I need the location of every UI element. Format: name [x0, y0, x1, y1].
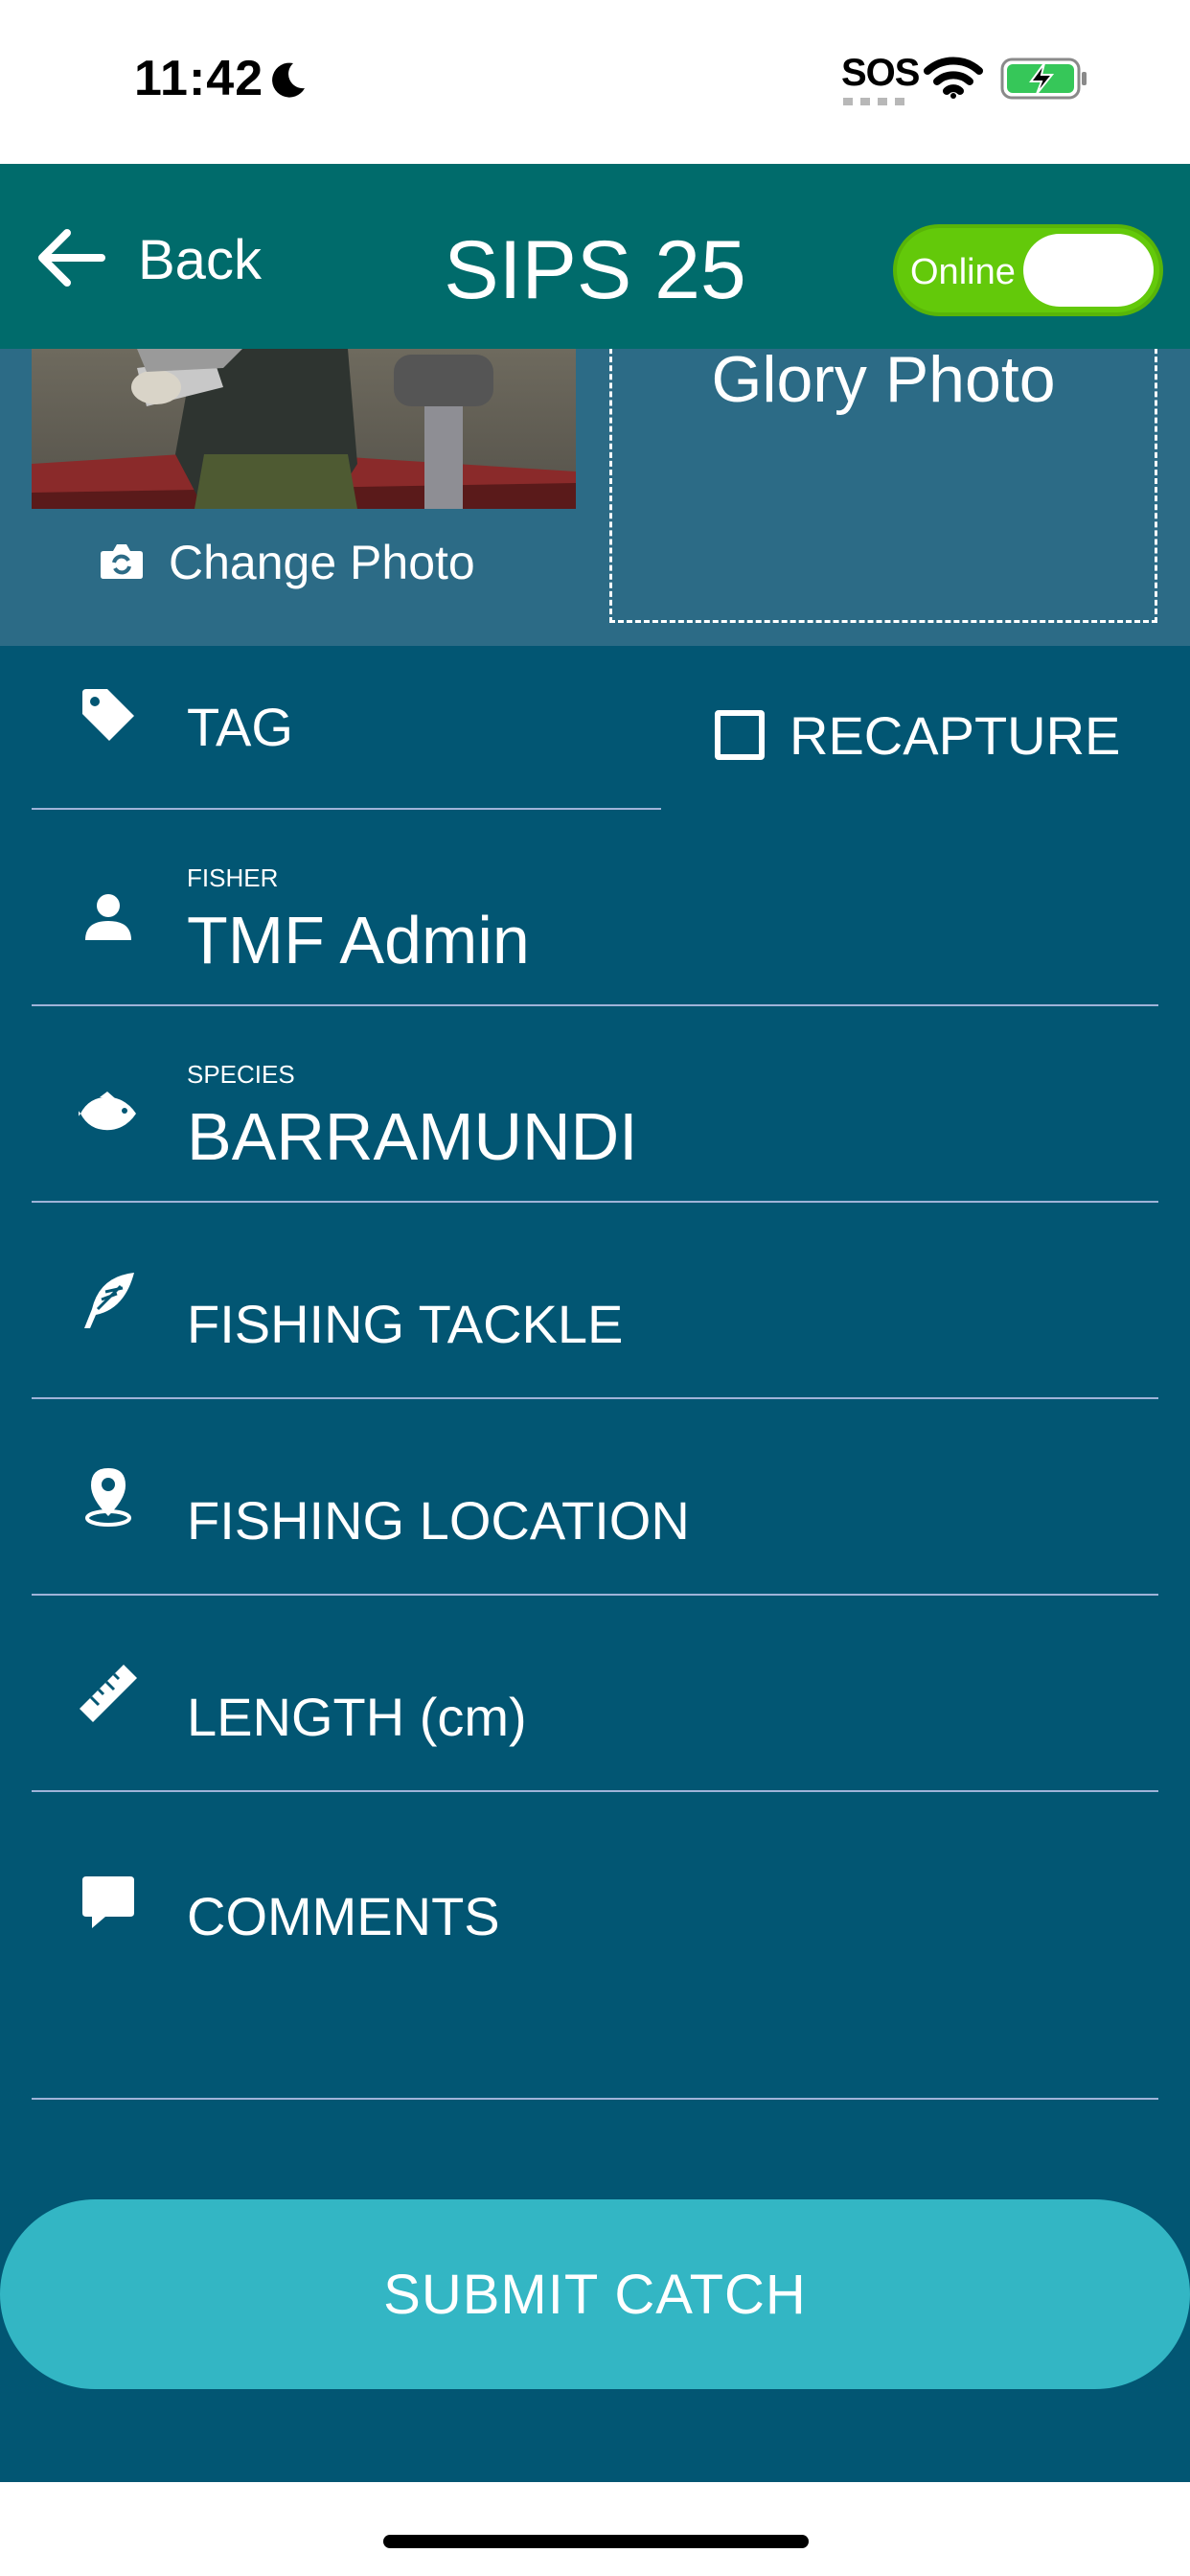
species-label: SPECIES — [187, 1060, 295, 1089]
fishing-location-field[interactable]: FISHING LOCATION — [32, 1399, 1158, 1596]
battery-charging-icon — [1000, 58, 1088, 104]
moon-icon — [266, 59, 309, 106]
fishing-location-placeholder: FISHING LOCATION — [187, 1490, 690, 1551]
home-indicator[interactable] — [383, 2535, 809, 2548]
glory-photo-dropzone[interactable]: Glory Photo — [609, 349, 1157, 623]
fishing-tackle-field[interactable]: FISHING TACKLE — [32, 1203, 1158, 1399]
tag-icon — [78, 684, 139, 746]
tag-placeholder: TAG — [187, 697, 293, 757]
back-arrow-icon — [34, 227, 105, 293]
comment-icon — [78, 1872, 139, 1933]
recapture-checkbox[interactable]: RECAPTURE — [715, 697, 1120, 773]
sos-indicator: SOS — [841, 52, 920, 94]
back-button[interactable]: Back — [34, 221, 262, 298]
online-toggle[interactable]: Online — [893, 224, 1163, 316]
fishing-tackle-placeholder: FISHING TACKLE — [187, 1294, 624, 1354]
submit-catch-label: SUBMIT CATCH — [383, 2263, 807, 2326]
recapture-label: RECAPTURE — [790, 704, 1121, 766]
feather-icon — [78, 1270, 139, 1331]
length-field[interactable]: LENGTH (cm) — [32, 1596, 1158, 1792]
length-placeholder: LENGTH (cm) — [187, 1687, 527, 1747]
back-label: Back — [138, 228, 262, 291]
camera-icon — [100, 541, 144, 585]
wifi-icon — [924, 56, 983, 104]
change-photo-label: Change Photo — [169, 536, 475, 589]
home-indicator-area — [0, 2482, 1190, 2576]
species-field[interactable]: SPECIES BARRAMUNDI — [32, 1006, 1158, 1203]
submit-catch-button[interactable]: SUBMIT CATCH — [0, 2199, 1190, 2389]
comments-field[interactable]: COMMENTS — [32, 1791, 1158, 2100]
fisher-label: FISHER — [187, 863, 279, 892]
change-photo-button[interactable]: Change Photo — [100, 529, 475, 596]
catch-form: Change Photo Glory Photo TAG RECAPTURE F… — [0, 349, 1190, 2482]
signal-dots — [843, 98, 906, 105]
tag-input[interactable]: TAG — [32, 646, 661, 810]
person-icon — [78, 886, 139, 948]
species-value: BARRAMUNDI — [187, 1099, 638, 1174]
status-time: 11:42 — [134, 51, 264, 106]
checkbox-icon — [715, 710, 765, 760]
fish-icon — [78, 1083, 139, 1144]
fisher-field[interactable]: FISHER TMF Admin — [32, 810, 1158, 1006]
glory-photo-label: Glory Photo — [711, 349, 1056, 416]
ruler-icon — [78, 1663, 139, 1724]
toggle-knob — [1023, 234, 1154, 307]
catch-photo[interactable] — [32, 349, 576, 509]
online-label: Online — [910, 252, 1016, 292]
fisher-value: TMF Admin — [187, 903, 530, 978]
location-pin-icon — [78, 1466, 139, 1528]
status-bar: 11:42 SOS — [0, 0, 1190, 164]
photo-section: Change Photo Glory Photo — [0, 349, 1190, 646]
app-header: Back SIPS 25 Online — [0, 164, 1190, 349]
comments-placeholder: COMMENTS — [187, 1886, 500, 1946]
